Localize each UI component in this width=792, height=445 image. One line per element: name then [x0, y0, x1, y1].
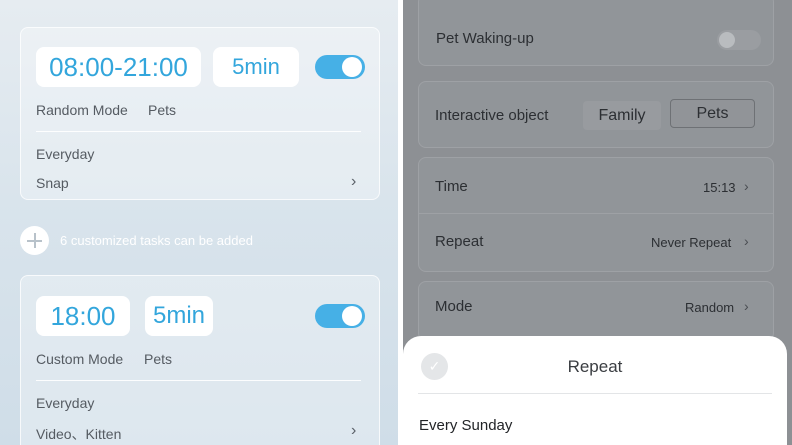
option-pets[interactable]: Pets [670, 99, 755, 128]
task-time[interactable]: 18:00 [36, 296, 130, 336]
mode-row[interactable]: Mode Random › [418, 281, 774, 341]
repeat-bottom-sheet: ✓ Repeat Every Sunday [403, 336, 787, 445]
add-task-row[interactable]: 6 customized tasks can be added [20, 226, 253, 255]
task-settings-panel: Pet Waking-up Interactive object Family … [403, 0, 792, 445]
task-action: Snap [36, 175, 69, 191]
interactive-object-row: Interactive object Family Pets [418, 81, 774, 148]
task-repeat: Everyday [36, 395, 95, 411]
card-divider [36, 380, 361, 381]
task-card-1[interactable]: 08:00-21:00 5min Random Mode Pets Everyd… [20, 27, 380, 200]
task-toggle-switch[interactable] [315, 55, 365, 79]
mode-label: Mode [435, 298, 473, 315]
toggle-knob [719, 32, 735, 48]
task-mode: Random Mode [36, 102, 128, 118]
task-time-range[interactable]: 08:00-21:00 [36, 47, 201, 87]
chevron-right-icon[interactable]: › [744, 178, 749, 194]
pet-waking-label: Pet Waking-up [436, 30, 534, 47]
plus-circle-icon[interactable] [20, 226, 49, 255]
sheet-divider [418, 393, 772, 394]
repeat-value[interactable]: Never Repeat [651, 235, 731, 250]
add-task-hint: 6 customized tasks can be added [60, 233, 253, 248]
task-toggle-switch[interactable] [315, 304, 365, 328]
sheet-title: Repeat [567, 357, 623, 376]
task-target: Pets [148, 102, 177, 118]
task-repeat: Everyday [36, 146, 95, 162]
task-mode: Custom Mode [36, 351, 124, 367]
pet-waking-row[interactable]: Pet Waking-up [418, 0, 774, 66]
task-card-2[interactable]: 18:00 5min Custom Mode Pets Everyday Vid… [20, 275, 380, 445]
chevron-right-icon[interactable]: › [351, 173, 356, 191]
task-target: Pets [144, 351, 173, 367]
time-label: Time [435, 178, 468, 195]
interactive-object-label: Interactive object [435, 107, 549, 124]
task-action: Video、Kitten [36, 426, 122, 442]
task-duration[interactable]: 5min [213, 47, 299, 87]
chevron-right-icon[interactable]: › [744, 233, 749, 249]
task-duration[interactable]: 5min [145, 296, 213, 336]
repeat-option-every-sunday[interactable]: Every Sunday [419, 417, 512, 434]
toggle-knob [342, 306, 362, 326]
row-divider [419, 213, 773, 214]
task-list-panel: 08:00-21:00 5min Random Mode Pets Everyd… [0, 0, 398, 445]
pet-waking-toggle[interactable] [717, 30, 761, 50]
time-repeat-group: Time 15:13 › Repeat Never Repeat › [418, 157, 774, 272]
time-value[interactable]: 15:13 [703, 180, 736, 195]
option-family[interactable]: Family [583, 101, 661, 130]
card-divider [36, 131, 361, 132]
mode-value[interactable]: Random [685, 300, 734, 315]
chevron-right-icon[interactable]: › [744, 298, 749, 314]
chevron-right-icon[interactable]: › [351, 422, 356, 440]
repeat-label: Repeat [435, 233, 484, 250]
toggle-knob [342, 57, 362, 77]
